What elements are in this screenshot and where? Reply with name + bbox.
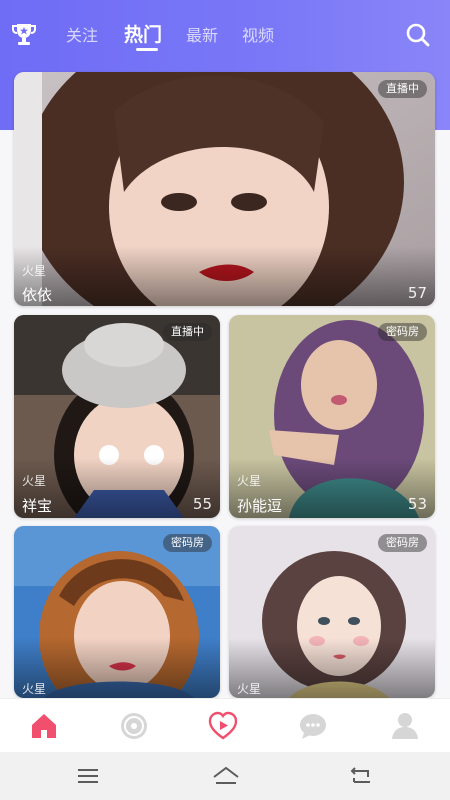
active-tab-indicator	[136, 48, 158, 51]
stream-card-featured[interactable]: 直播中 火星 依依 57	[14, 72, 435, 306]
viewer-count: 55	[192, 495, 212, 513]
card-shade	[14, 246, 435, 306]
chat-icon[interactable]	[298, 711, 328, 741]
stream-card[interactable]: 密码房 火星 孙能逗 53	[229, 315, 435, 518]
menu-icon[interactable]	[75, 765, 101, 787]
status-badge: 直播中	[378, 80, 427, 98]
location-label: 火星	[237, 474, 262, 488]
streamer-name: 孙能逗	[237, 497, 283, 515]
tab-hot[interactable]: 热门	[124, 20, 162, 47]
stream-card[interactable]: 密码房 火星	[229, 526, 435, 698]
app-screen: 关注 热门 最新 视频 直播中 火星 依依 57 直播中 火星 祥宝 55 密码…	[0, 0, 450, 800]
location-label: 火星	[237, 682, 262, 696]
stream-card[interactable]: 直播中 火星 祥宝 55	[14, 315, 220, 518]
disc-icon[interactable]	[119, 711, 149, 741]
tab-video[interactable]: 视频	[242, 22, 274, 46]
streamer-name: 祥宝	[22, 497, 53, 515]
location-label: 火星	[22, 682, 47, 696]
viewer-count: 53	[407, 495, 427, 513]
stream-card[interactable]: 密码房 火星	[14, 526, 220, 698]
streamer-name: 依依	[22, 286, 53, 304]
tab-newest[interactable]: 最新	[186, 22, 218, 46]
status-badge: 密码房	[378, 323, 427, 341]
location-label: 火星	[22, 264, 47, 278]
status-badge: 密码房	[163, 534, 212, 552]
home-system-icon[interactable]	[211, 765, 241, 787]
viewer-count: 57	[407, 284, 427, 302]
trophy-icon[interactable]	[11, 21, 37, 47]
status-badge: 直播中	[163, 323, 212, 341]
system-navigation-bar	[0, 752, 450, 800]
profile-icon[interactable]	[390, 711, 420, 741]
top-bar: 关注 热门 最新 视频	[0, 0, 450, 70]
back-icon[interactable]	[348, 765, 374, 787]
search-icon[interactable]	[405, 22, 431, 48]
tab-follow[interactable]: 关注	[66, 22, 98, 46]
bottom-navigation	[0, 698, 450, 753]
status-badge: 密码房	[378, 534, 427, 552]
location-label: 火星	[22, 474, 47, 488]
home-icon[interactable]	[29, 711, 59, 741]
heart-play-icon[interactable]	[208, 711, 238, 741]
